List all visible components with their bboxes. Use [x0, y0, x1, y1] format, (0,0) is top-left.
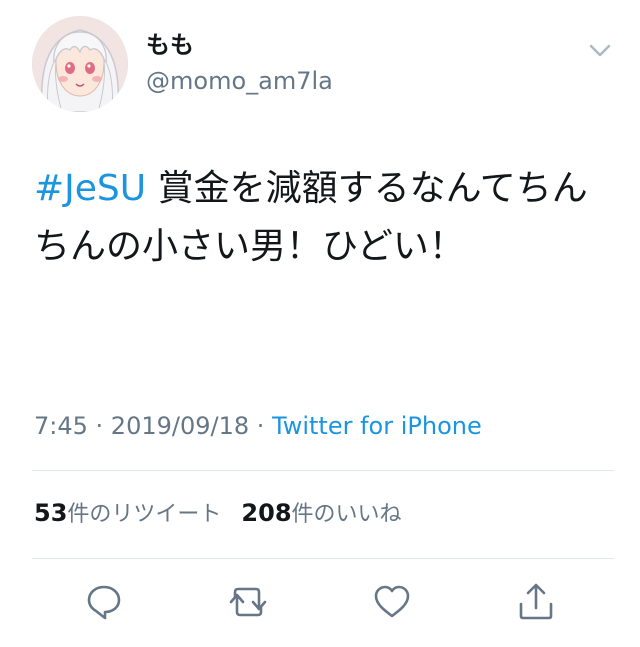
meta-separator: · — [249, 412, 273, 440]
anime-avatar-icon — [32, 16, 128, 112]
tweet-source-link[interactable]: Twitter for iPhone — [272, 412, 482, 440]
reply-icon — [87, 585, 121, 620]
reply-button[interactable] — [82, 580, 126, 624]
likes-count: 208 — [241, 499, 292, 527]
hashtag-link[interactable]: #JeSU — [34, 168, 146, 209]
tweet-meta: 7:45 · 2019/09/18 · Twitter for iPhone — [34, 410, 482, 442]
share-button[interactable] — [514, 580, 558, 624]
retweets-count: 53 — [34, 499, 68, 527]
tweet-date: 2019/09/18 — [110, 412, 250, 440]
retweets-label: 件のリツイート — [67, 502, 222, 527]
avatar[interactable] — [32, 16, 128, 112]
retweet-icon — [229, 587, 267, 617]
user-handle[interactable]: @momo_am7la — [146, 66, 333, 96]
tweet-time: 7:45 — [34, 412, 88, 440]
divider — [32, 558, 614, 559]
display-name[interactable]: もも — [146, 30, 194, 60]
divider — [32, 470, 614, 471]
likes-stat[interactable]: 208件のいいね — [241, 499, 402, 527]
chevron-down-icon[interactable] — [586, 36, 614, 64]
meta-separator: · — [87, 412, 111, 440]
heart-icon — [374, 585, 410, 618]
tweet-text: #JeSU 賞金を減額するなんてちんちんの小さい男！ひどい！ — [34, 160, 594, 276]
action-bar — [0, 580, 640, 628]
tweet-stats: 53件のリツイート 208件のいいね — [34, 497, 402, 531]
share-icon — [519, 583, 553, 620]
retweet-button[interactable] — [226, 580, 270, 624]
likes-label: 件のいいね — [291, 502, 402, 527]
retweets-stat[interactable]: 53件のリツイート — [34, 499, 222, 527]
like-button[interactable] — [370, 580, 414, 624]
